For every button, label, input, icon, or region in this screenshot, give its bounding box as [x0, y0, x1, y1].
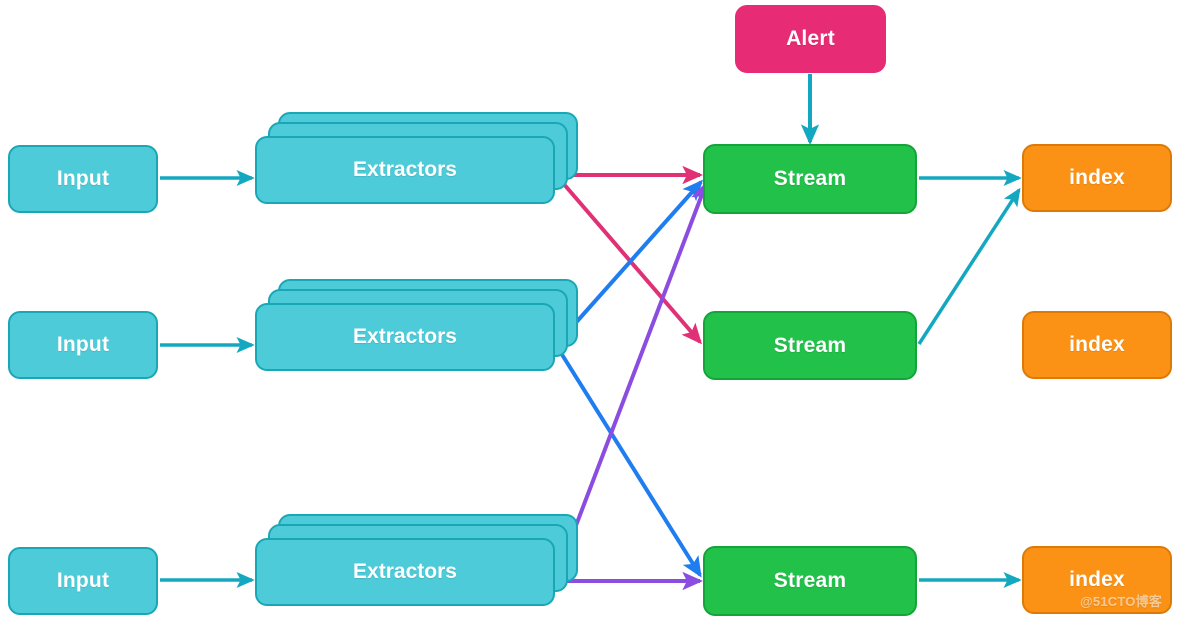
node-label: Extractors	[353, 158, 457, 181]
node-label: Input	[56, 167, 110, 190]
pipeline-diagram: Input Extractors Alert Stream index Inpu…	[0, 0, 1184, 620]
node-input-1[interactable]: Input	[8, 145, 158, 213]
edge-layer	[160, 74, 1022, 591]
node-label: Input	[56, 569, 110, 592]
watermark: @51CTO博客	[1080, 594, 1162, 609]
node-extractors-3[interactable]: Extractors	[255, 514, 578, 610]
node-label: Alert	[786, 27, 835, 50]
node-input-2[interactable]: Input	[8, 311, 158, 379]
extractor-card-front[interactable]: Extractors	[255, 136, 555, 204]
node-label: index	[1069, 166, 1125, 189]
node-label: Stream	[773, 333, 847, 357]
node-index-1[interactable]: index	[1022, 144, 1172, 212]
node-stream-3[interactable]: Stream	[703, 546, 917, 616]
edge-stream2-index1	[917, 187, 1021, 345]
node-stream-2[interactable]: Stream	[703, 311, 917, 380]
extractor-card-front[interactable]: Extractors	[255, 538, 555, 606]
node-index-2[interactable]: index	[1022, 311, 1172, 379]
node-index-3[interactable]: index @51CTO博客	[1022, 546, 1172, 614]
node-label: Stream	[773, 569, 847, 592]
node-label: Extractors	[353, 560, 457, 583]
extractor-card-front[interactable]: Extractors	[255, 303, 555, 371]
node-extractors-1[interactable]: Extractors	[255, 112, 578, 208]
node-alert[interactable]: Alert	[735, 5, 886, 73]
node-extractors-2[interactable]: Extractors	[255, 279, 578, 375]
node-label: Extractors	[353, 325, 457, 348]
node-input-3[interactable]: Input	[8, 547, 158, 615]
edge-extractors3-stream1	[554, 181, 709, 579]
node-label: index	[1069, 333, 1125, 356]
node-stream-1[interactable]: Stream	[703, 144, 917, 214]
node-label: Input	[56, 333, 110, 356]
node-label: Stream	[773, 167, 847, 190]
node-label: index	[1069, 568, 1125, 591]
